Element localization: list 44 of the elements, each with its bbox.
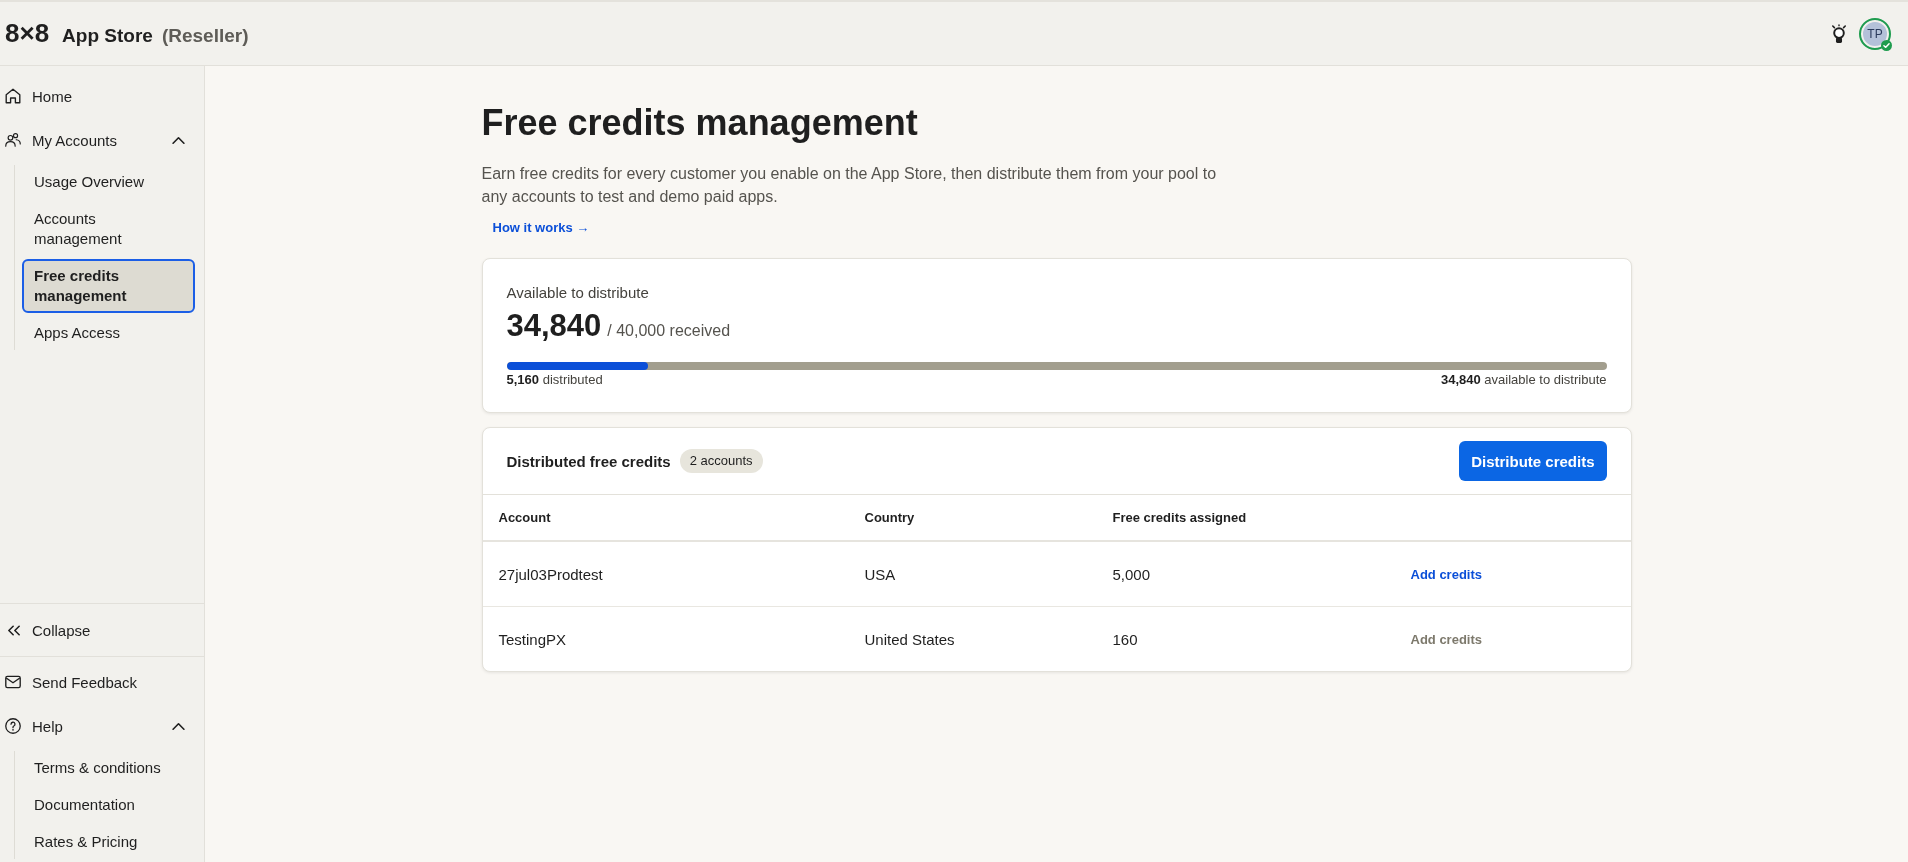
sub-nav-link[interactable]: Free credits management	[22, 259, 195, 313]
how-it-works-link[interactable]: How it works →	[481, 216, 601, 240]
table-cell-text: 27jul03Prodtest	[498, 565, 604, 583]
table-cell-text: 5,000	[1112, 565, 1152, 583]
sub-nav-link[interactable]: Usage Overview	[22, 165, 195, 199]
lightbulb-icon[interactable]	[1831, 23, 1847, 44]
logo-text: 8×8	[5, 18, 50, 49]
credit-amount: 34,840	[506, 308, 602, 344]
count-badge: 2 accounts	[679, 449, 763, 473]
role-label: (Reseller)	[161, 25, 249, 47]
sub-nav-link[interactable]: Documentation	[22, 788, 195, 822]
nav-link[interactable]: Home	[0, 74, 204, 118]
home-icon	[5, 88, 21, 104]
app-title: App Store	[62, 25, 153, 47]
envelope-icon	[5, 674, 21, 690]
sub-nav-link[interactable]: Apps Access	[22, 316, 195, 350]
sub-nav-link[interactable]: Accounts management	[22, 202, 195, 256]
nav-group-toggle[interactable]: Help	[0, 704, 204, 748]
help-icon	[5, 718, 21, 734]
page-description: Earn free credits for every customer you enable on the App Store, then distribute them from your pool to any accounts to test and demo paid apps.	[481, 164, 1218, 207]
column-header: Country	[864, 510, 916, 525]
section-title: Distributed free credits	[506, 452, 671, 470]
check-badge-icon	[1881, 39, 1892, 51]
distributed-label: 5,160 distributed	[506, 372, 603, 388]
summary-label: Available to distribute	[506, 283, 650, 303]
column-header: Free credits assigned	[1112, 510, 1248, 525]
available-label: 34,840 available to distribute	[1441, 372, 1607, 388]
sub-nav-link[interactable]: Terms & conditions	[22, 751, 195, 785]
credit-total: / 40,000 received	[607, 321, 731, 341]
double-chevron-left-icon	[8, 624, 20, 636]
table-cell-text: United States	[864, 630, 956, 648]
add-credits-link[interactable]: Add credits	[1410, 566, 1482, 582]
sub-nav-link[interactable]: Rates & Pricing	[22, 825, 195, 859]
table-cell-text: USA	[864, 565, 897, 583]
people-icon	[5, 132, 21, 148]
nav-group-toggle[interactable]: My Accounts	[0, 118, 204, 162]
distribute-button[interactable]: Distribute credits	[1459, 441, 1607, 481]
nav-link[interactable]: Send Feedback	[0, 660, 204, 704]
collapse-button[interactable]: Collapse	[0, 604, 204, 656]
page-title: Free credits management	[481, 101, 919, 145]
table-cell-text: 160	[1112, 630, 1139, 648]
table-cell-text: TestingPX	[498, 630, 568, 648]
column-header: Account	[498, 510, 552, 525]
avatar-button[interactable]: TP	[1859, 17, 1891, 50]
